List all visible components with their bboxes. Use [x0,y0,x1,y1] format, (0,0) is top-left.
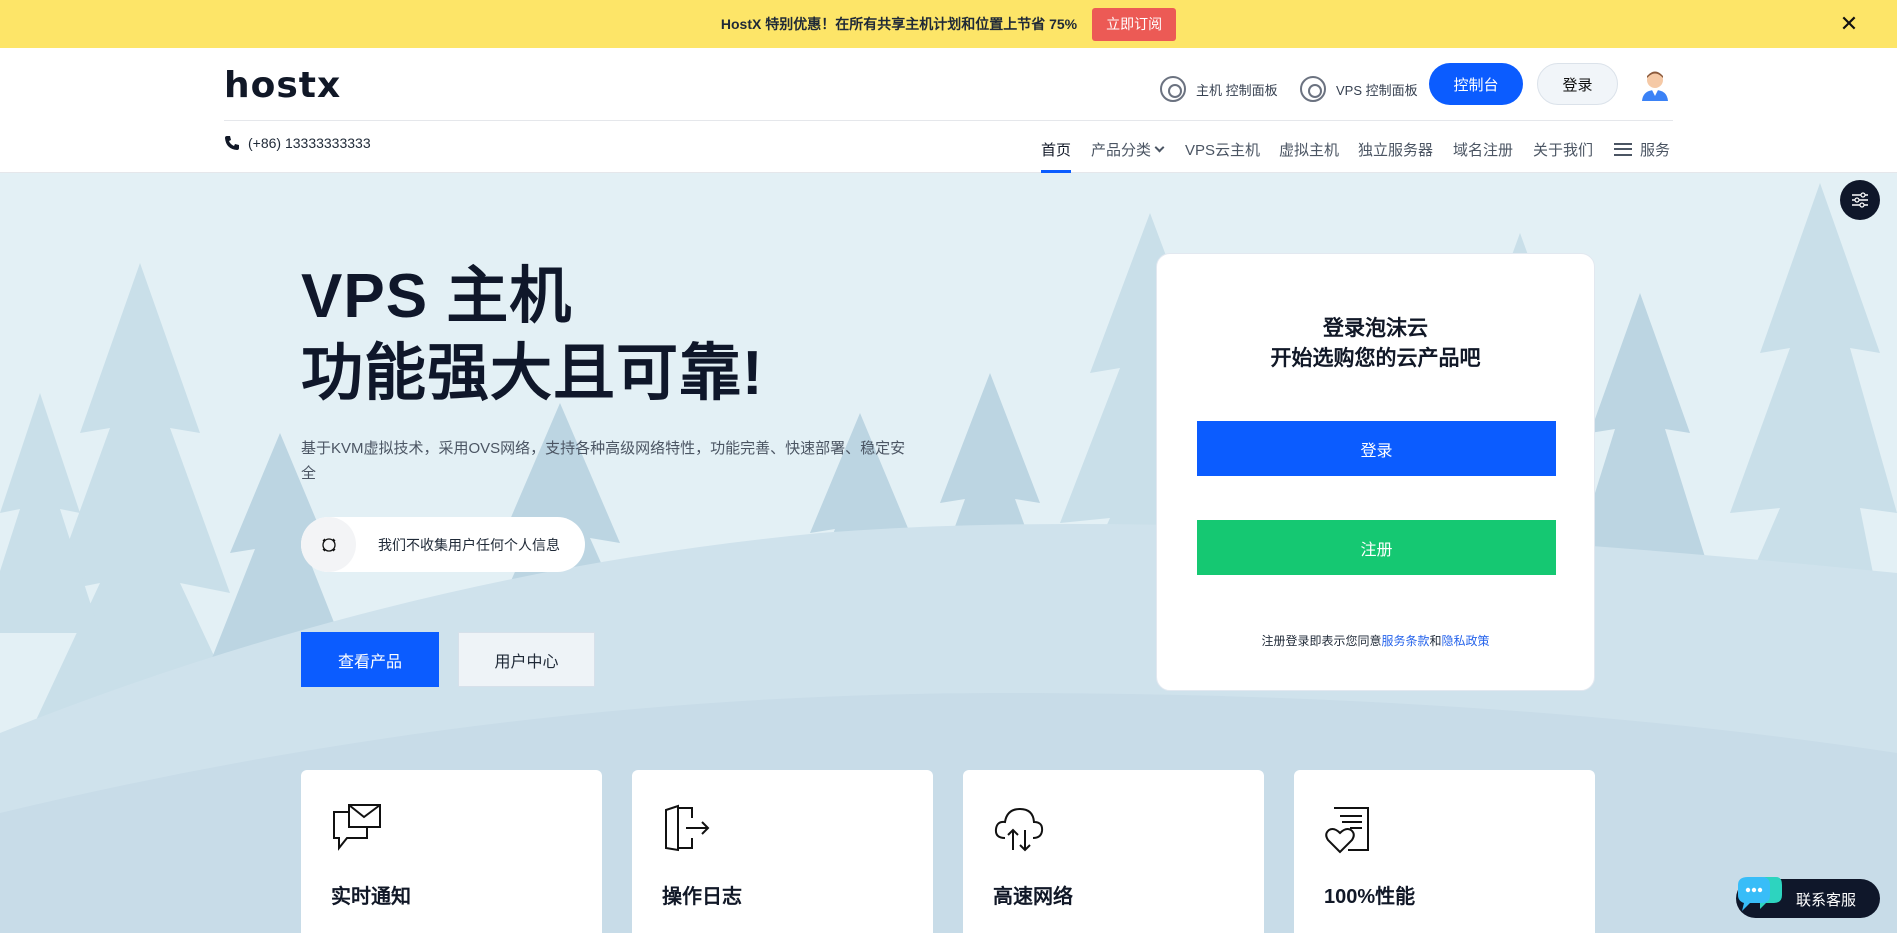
feature-card[interactable]: 实时通知 [301,770,602,933]
card-register-button[interactable]: 注册 [1197,520,1556,575]
settings-button[interactable] [1840,180,1880,220]
logo[interactable]: hostx [224,65,341,106]
login-card-title-line1: 登录泡沫云 [1323,317,1428,340]
nav-about[interactable]: 关于我们 [1533,125,1593,173]
hero-description: 基于KVM虚拟技术，采用OVS网络，支持各种高级网络特性，功能完善、快速部署、稳… [301,440,906,482]
nav-services-label: 服务 [1640,141,1671,159]
vps-panel-label: VPS 控制面板 [1336,82,1418,98]
view-products-button[interactable]: 查看产品 [301,632,439,687]
feature-title: 100%性能 [1324,886,1416,908]
feature-title: 实时通知 [331,886,411,908]
cloud-transfer-icon [994,807,1044,852]
terms-notice: 注册登录即表示您同意服务条款和隐私政策 [1157,632,1594,649]
gear-icon [1160,76,1186,102]
privacy-link[interactable]: 隐私政策 [1442,634,1490,648]
nav-home[interactable]: 首页 [1041,125,1072,173]
subscribe-button[interactable]: 立即订阅 [1092,7,1177,41]
exit-door-icon [665,804,710,852]
privacy-icon-wrap [301,517,356,572]
login-card-title-line2: 开始选购您的云产品吧 [1270,347,1481,370]
nav-products-label: 产品分类 [1091,141,1152,159]
header-login-button[interactable]: 登录 [1537,63,1618,105]
nav-domain[interactable]: 域名注册 [1453,125,1513,173]
feature-title: 高速网络 [993,886,1073,908]
promo-text: HostX 特别优惠！在所有共享主机计划和位置上节省 75% [720,16,1078,32]
contact-support-label: 联系客服 [1796,892,1857,909]
privacy-badge: 我们不收集用户任何个人信息 [301,517,585,572]
message-envelope-icon [333,804,381,851]
forest-background [0,183,1897,933]
card-login-button[interactable]: 登录 [1197,421,1556,476]
feature-title: 操作日志 [662,886,742,908]
nav-products[interactable]: 产品分类 [1091,125,1165,173]
sliders-icon [1852,192,1868,208]
header-divider [224,120,1673,121]
nav-vps[interactable]: VPS云主机 [1185,125,1260,173]
feature-card[interactable]: 100%性能 [1294,770,1595,933]
globe-gear-icon [1300,76,1326,102]
vps-panel-link[interactable]: VPS 控制面板 [1300,71,1418,107]
promo-bar: HostX 特别优惠！在所有共享主机计划和位置上节省 75% 立即订阅 ✕ [0,0,1897,48]
nav-services[interactable]: 服务 [1614,125,1670,173]
terms-prefix: 注册登录即表示您同意 [1261,634,1382,648]
nav-virtual-host[interactable]: 虚拟主机 [1279,125,1339,173]
avatar[interactable] [1640,69,1670,101]
feature-card[interactable]: 操作日志 [632,770,933,933]
host-panel-link[interactable]: 主机 控制面板 [1160,71,1278,107]
login-card: 登录泡沫云 开始选购您的云产品吧 登录 注册 注册登录即表示您同意服务条款和隐私… [1156,253,1595,691]
main-nav: 首页 产品分类 VPS云主机 虚拟主机 独立服务器 域名注册 关于我们 服务 [0,125,1897,173]
chevron-down-icon [1154,142,1165,152]
feature-card[interactable]: 高速网络 [963,770,1264,933]
chat-bubble-icon[interactable] [1736,873,1784,915]
heart-document-icon [1325,807,1369,854]
hero-title-line2: 功能强大且可靠! [301,339,764,408]
menu-icon [1614,142,1632,156]
site-header: hostx 主机 控制面板 VPS 控制面板 控制台 登录 (+86) 1333… [0,48,1897,173]
terms-and: 和 [1429,634,1442,648]
nav-dedicated[interactable]: 独立服务器 [1358,125,1433,173]
close-icon[interactable]: ✕ [1837,12,1861,36]
hero-title: VPS 主机 功能强大且可靠! [301,258,764,412]
hero-section [0,173,1897,933]
host-panel-label: 主机 控制面板 [1196,82,1278,98]
privacy-icon [321,537,336,552]
user-center-button[interactable]: 用户中心 [458,632,595,687]
privacy-text: 我们不收集用户任何个人信息 [378,536,560,553]
console-button[interactable]: 控制台 [1429,63,1523,105]
terms-link[interactable]: 服务条款 [1381,634,1429,648]
login-card-title: 登录泡沫云 开始选购您的云产品吧 [1157,314,1594,374]
hero-title-line1: VPS 主机 [301,262,573,331]
